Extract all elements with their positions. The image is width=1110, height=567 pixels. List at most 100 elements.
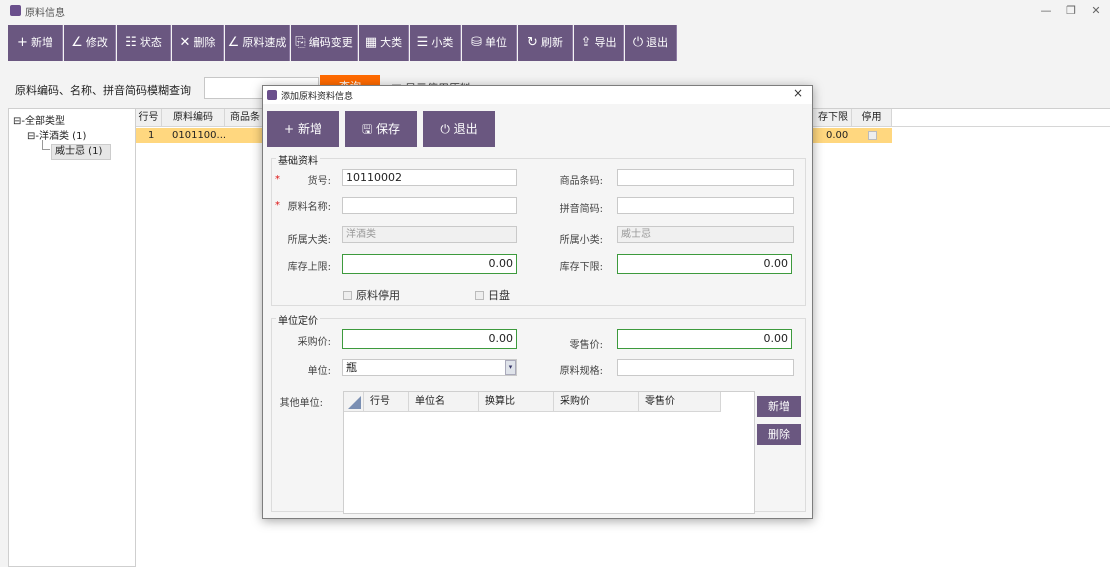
required-marker: *	[275, 174, 280, 185]
plus-icon: +	[17, 35, 28, 50]
minor-category-label: 所属小类:	[559, 235, 603, 246]
name-field[interactable]	[342, 197, 517, 214]
toolbar-quick-create-button[interactable]: ∠ 原料速成	[225, 25, 290, 61]
minimize-button[interactable]: —	[1033, 2, 1059, 20]
min-stock-field[interactable]: 0.00	[617, 254, 792, 274]
database-icon: ⛁	[471, 35, 482, 50]
max-stock-field[interactable]: 0.00	[342, 254, 517, 274]
unit-pricing-group-label: 单位定价	[276, 312, 320, 327]
name-label: 原料名称:	[287, 202, 331, 213]
other-units-grid: 行号 单位名 换算比 采购价 零售价	[343, 391, 755, 514]
dialog-title: 添加原料资料信息	[281, 92, 354, 102]
other-header-purchase-price[interactable]: 采购价	[554, 392, 639, 412]
retail-price-label: 零售价:	[569, 340, 603, 351]
other-header-row-no[interactable]: 行号	[364, 392, 409, 412]
barcode-label: 商品条码:	[559, 176, 603, 187]
chevron-down-icon[interactable]: ▾	[505, 360, 516, 375]
pinyin-field[interactable]	[617, 197, 794, 214]
main-toolbar: + 新增 ∠ 修改 ☷ 状态 ✕ 删除 ∠ 原料速成 ⎘ 编码变更 ▦ 大类 ☰ 小类 ⛁ 单位 …	[8, 25, 678, 61]
major-category-field: 洋酒类	[342, 226, 517, 243]
window-titlebar: 原料信息 — ❐ ✕	[0, 0, 1110, 22]
app-icon	[10, 5, 21, 16]
minor-category-field: 威士忌	[617, 226, 794, 243]
toolbar-refresh-button[interactable]: ↻ 刷新	[518, 25, 573, 61]
toolbar-add-button[interactable]: + 新增	[8, 25, 63, 61]
code-change-icon: ⎘	[295, 35, 306, 50]
toolbar-code-change-button[interactable]: ⎘ 编码变更	[291, 25, 358, 61]
row-disabled-checkbox[interactable]	[868, 131, 877, 140]
grid-header-disabled[interactable]: 停用	[852, 109, 892, 127]
daily-count-checkbox[interactable]: 日盘	[475, 287, 510, 303]
spec-field[interactable]	[617, 359, 794, 376]
unit-select[interactable]: 瓶	[342, 359, 517, 376]
other-units-add-button[interactable]: 新增	[757, 396, 801, 417]
dialog-titlebar: 添加原料资料信息 ×	[263, 86, 812, 104]
min-stock-label: 库存下限:	[559, 262, 603, 273]
purchase-price-label: 采购价:	[297, 337, 331, 348]
other-units-label: 其他单位:	[279, 398, 323, 409]
row-min-cell: 0.00	[826, 130, 849, 141]
status-icon: ☷	[125, 35, 137, 50]
dialog-exit-button[interactable]: ⏻ 退出	[423, 111, 495, 147]
toolbar-export-button[interactable]: ⇪ 导出	[574, 25, 624, 61]
other-units-delete-button[interactable]: 删除	[757, 424, 801, 445]
pinyin-label: 拼音简码:	[559, 204, 603, 215]
basic-info-group-label: 基础资料	[276, 152, 320, 167]
tree-item-subcategory[interactable]: 威士忌 (1)	[51, 144, 111, 160]
tree-root[interactable]: ⊟-全部类型	[13, 112, 65, 127]
delete-icon: ✕	[179, 35, 191, 50]
dialog-add-button[interactable]: + 新增	[267, 111, 339, 147]
edit-icon: ∠	[71, 35, 83, 50]
tree-item-category[interactable]: ⊟-洋酒类 (1)	[27, 127, 86, 142]
tree-connector	[42, 140, 50, 150]
grid-header-row-no[interactable]: 行号	[136, 109, 162, 127]
save-icon: 🖫	[361, 122, 373, 136]
plus-icon: +	[284, 122, 295, 136]
collapse-icon: ⊟	[13, 116, 22, 127]
category-tree: ⊟-全部类型 ⊟-洋酒类 (1) 威士忌 (1)	[8, 108, 136, 567]
list-icon: ☰	[416, 35, 429, 50]
max-stock-label: 库存上限:	[287, 262, 331, 273]
required-marker: *	[275, 200, 280, 211]
dialog-close-button[interactable]: ×	[793, 86, 803, 100]
other-header-retail-price[interactable]: 零售价	[639, 392, 721, 412]
row-no-cell: 1	[148, 130, 155, 141]
grid-header-min-stock[interactable]: 存下限	[812, 109, 852, 127]
row-code-cell: 0101100...	[172, 130, 227, 141]
toolbar-exit-button[interactable]: ⏻ 退出	[625, 25, 677, 61]
grid-header-barcode[interactable]: 商品条	[225, 109, 265, 127]
dialog-app-icon	[267, 90, 277, 100]
toolbar-edit-button[interactable]: ∠ 修改	[64, 25, 116, 61]
code-field[interactable]: 10110002	[342, 169, 517, 186]
unit-label: 单位:	[307, 366, 331, 377]
collapse-icon: ⊟	[27, 131, 36, 142]
code-label: 货号:	[307, 176, 331, 187]
restore-button[interactable]: ❐	[1058, 2, 1084, 20]
grid-icon: ▦	[364, 35, 378, 50]
checkbox-icon	[343, 291, 352, 300]
major-category-label: 所属大类:	[287, 235, 331, 246]
power-icon: ⏻	[440, 122, 450, 136]
spec-label: 原料规格:	[559, 366, 603, 377]
purchase-price-field[interactable]: 0.00	[342, 329, 517, 349]
corner-icon	[348, 396, 361, 409]
refresh-icon: ↻	[527, 35, 538, 50]
export-icon: ⇪	[580, 35, 592, 50]
toolbar-delete-button[interactable]: ✕ 删除	[172, 25, 224, 61]
material-disabled-checkbox[interactable]: 原料停用	[343, 287, 400, 303]
toolbar-unit-button[interactable]: ⛁ 单位	[462, 25, 517, 61]
toolbar-minor-category-button[interactable]: ☰ 小类	[410, 25, 461, 61]
grid-header-code[interactable]: 原料编码	[162, 109, 225, 127]
window-title: 原料信息	[25, 8, 65, 19]
search-label: 原料编码、名称、拼音简码模糊查询	[15, 84, 191, 97]
dialog-save-button[interactable]: 🖫 保存	[345, 111, 417, 147]
toolbar-status-button[interactable]: ☷ 状态	[117, 25, 171, 61]
other-header-unit-name[interactable]: 单位名	[409, 392, 479, 412]
select-all-corner[interactable]	[344, 392, 364, 412]
close-button[interactable]: ✕	[1083, 2, 1109, 20]
toolbar-major-category-button[interactable]: ▦ 大类	[359, 25, 409, 61]
barcode-field[interactable]	[617, 169, 794, 186]
other-header-ratio[interactable]: 换算比	[479, 392, 554, 412]
retail-price-field[interactable]: 0.00	[617, 329, 792, 349]
grid-header-filler	[892, 109, 1110, 127]
